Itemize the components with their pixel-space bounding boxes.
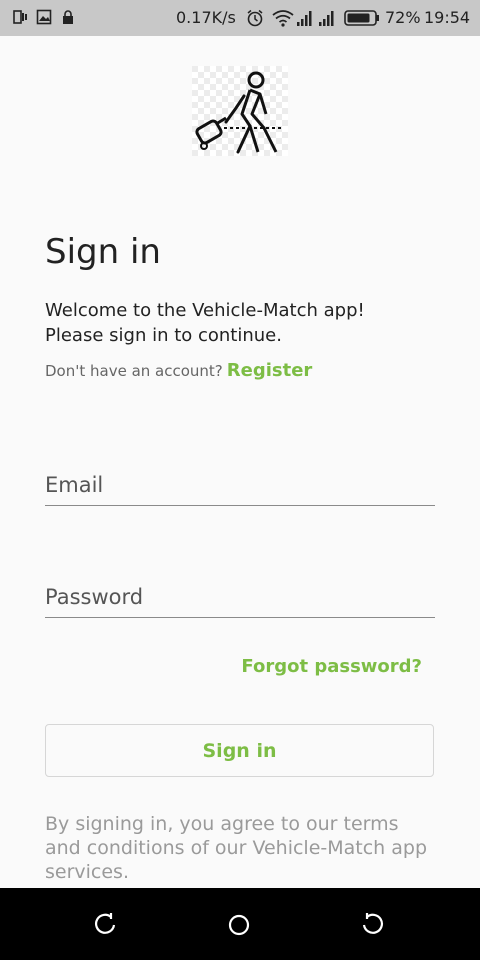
nav-recent-icon[interactable]	[359, 912, 385, 938]
status-icons-left	[12, 9, 76, 25]
email-field-container	[45, 448, 435, 506]
nav-home-icon[interactable]	[226, 912, 252, 938]
signal-icon-2	[319, 11, 334, 26]
forgot-password-link[interactable]: Forgot password?	[241, 656, 422, 677]
system-nav-bar	[0, 888, 480, 960]
welcome-message: Welcome to the Vehicle-Match app! Please…	[45, 298, 445, 348]
email-field[interactable]	[45, 473, 435, 497]
register-prompt: Don't have an account? Register	[45, 360, 312, 381]
welcome-line-1: Welcome to the Vehicle-Match app!	[45, 300, 365, 321]
clock: 19:54	[424, 8, 471, 27]
nav-back-icon[interactable]	[93, 912, 119, 938]
sign-in-button[interactable]: Sign in	[45, 724, 434, 777]
wifi-icon	[272, 10, 294, 27]
network-speed: 0.17K/s	[176, 8, 236, 27]
welcome-line-2: Please sign in to continue.	[45, 325, 282, 346]
password-field-container	[45, 560, 435, 618]
page-title: Sign in	[45, 232, 161, 272]
image-icon	[36, 9, 52, 25]
password-field[interactable]	[45, 585, 435, 609]
battery-icon	[344, 10, 379, 26]
alarm-icon	[247, 9, 263, 27]
signal-icon-1	[297, 11, 312, 26]
register-link[interactable]: Register	[227, 360, 313, 381]
no-account-text: Don't have an account?	[45, 362, 223, 380]
terms-text: By signing in, you agree to our terms an…	[45, 813, 428, 883]
battery-percent: 72%	[385, 8, 421, 27]
traveler-with-luggage-icon	[192, 66, 288, 156]
status-bar: 0.17K/s 72% 19:54	[0, 0, 480, 36]
lock-icon	[63, 10, 73, 24]
vibrate-icon	[13, 10, 27, 24]
